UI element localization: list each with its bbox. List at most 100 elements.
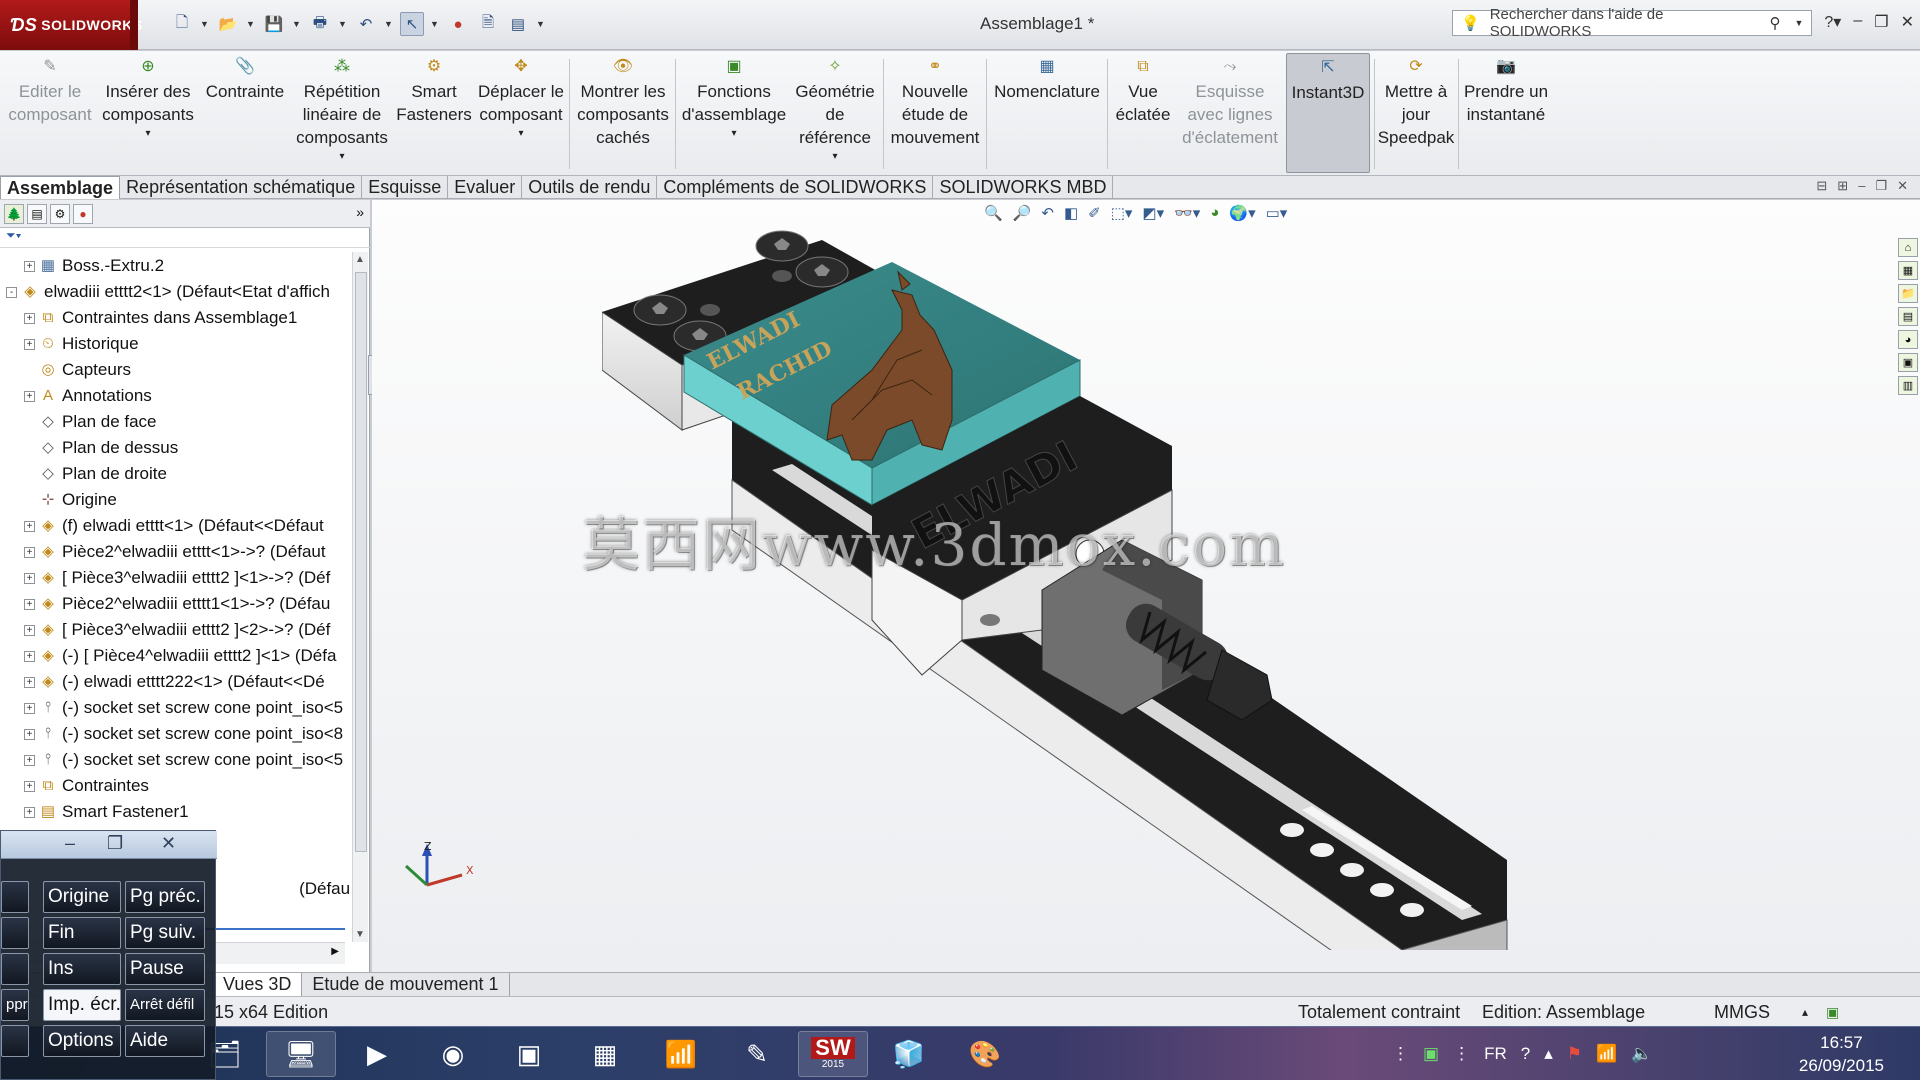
rebuild-traffic-light-icon[interactable]: ● <box>446 12 470 36</box>
property-manager-tab-icon[interactable]: ▤ <box>27 203 47 224</box>
close-icon[interactable]: ✕ <box>1901 12 1914 32</box>
chevron-down-icon[interactable]: ▼ <box>200 19 210 29</box>
minimize-icon[interactable]: – <box>1853 12 1862 32</box>
expand-icon[interactable]: + <box>24 806 35 818</box>
show-hidden-components-button[interactable]: 👁 Montrer les composants cachés <box>574 57 672 172</box>
osk-title-bar[interactable]: – ❐ ✕ <box>1 831 217 859</box>
osk-key-options[interactable]: Options <box>43 1025 121 1057</box>
restore-icon[interactable]: ❐ <box>107 833 123 854</box>
menu-expand-arrow[interactable] <box>130 0 138 50</box>
print-icon[interactable]: 🖶 <box>308 12 332 36</box>
expand-icon[interactable]: + <box>24 650 35 662</box>
chevron-down-icon[interactable]: ▼ <box>338 19 348 29</box>
chevron-down-icon[interactable]: ▼ <box>384 19 394 29</box>
close-icon[interactable]: ✕ <box>161 833 176 854</box>
tab-addins[interactable]: Compléments de SOLIDWORKS <box>657 176 934 199</box>
bom-button[interactable]: ▦ Nomenclature <box>990 57 1104 172</box>
scroll-up-icon[interactable]: ▲ <box>355 254 365 265</box>
tree-item[interactable]: + ◈ Pièce2^elwadiii etttt<1>->? (Défaut <box>0 539 352 565</box>
expand-icon[interactable]: + <box>24 624 35 636</box>
chevron-down-icon[interactable]: ▾ <box>339 151 344 163</box>
expand-icon[interactable]: + <box>24 598 35 610</box>
osk-key-end[interactable]: Fin <box>43 917 121 949</box>
tree-vertical-scrollbar[interactable]: ▲ ▼ <box>352 252 368 942</box>
quick-tips-icon[interactable]: ▣ <box>1826 997 1839 1027</box>
linear-pattern-button[interactable]: ⁂ Répétition linéaire de composants ▾ <box>292 57 392 172</box>
appearances-icon[interactable]: ◕ <box>1898 330 1918 349</box>
tree-item[interactable]: + ▤ Smart Fastener1 <box>0 799 352 825</box>
tab-evaluate[interactable]: Evaluer <box>448 176 523 199</box>
tree-item[interactable]: ◇ Plan de face <box>0 409 352 435</box>
tray-app-icon[interactable]: ▣ <box>1423 1044 1439 1064</box>
osk-key-pause[interactable]: Pause <box>125 953 205 985</box>
expand-icon[interactable]: + <box>24 520 35 532</box>
expand-icon[interactable]: + <box>24 338 35 350</box>
instant3d-button[interactable]: ⇱ Instant3D <box>1286 53 1370 173</box>
filter-icon[interactable]: ⏷▾ <box>0 228 370 248</box>
scroll-down-icon[interactable]: ▼ <box>355 929 365 940</box>
collapse-icon[interactable]: - <box>6 286 17 298</box>
options-icon[interactable]: ▤ <box>506 12 530 36</box>
expand-icon[interactable]: + <box>24 754 35 766</box>
design-library-icon[interactable]: ▦ <box>1898 261 1918 280</box>
osk-key-help[interactable]: Aide <box>125 1025 205 1057</box>
action-center-flag-icon[interactable]: ⚑ <box>1567 1044 1582 1064</box>
osk-key-partial[interactable]: ppr <box>1 989 29 1021</box>
exploded-view-button[interactable]: ⧉ Vue éclatée <box>1110 57 1176 172</box>
mate-button[interactable]: 📎 Contrainte <box>202 57 288 172</box>
help-search-box[interactable]: 💡 Rechercher dans l'aide de SOLIDWORKS ⚲… <box>1452 6 1812 40</box>
new-document-icon[interactable]: 🗋 <box>170 12 194 36</box>
osk-key-page-down[interactable]: Pg suiv. <box>125 917 205 949</box>
wifi-tool-icon[interactable]: 📶 <box>646 1031 716 1077</box>
update-speedpak-button[interactable]: ⟳ Mettre à jour Speedpak <box>1376 57 1456 172</box>
tree-item[interactable]: + ◈ [ Pièce3^elwadiii etttt2 ]<1>->? (Déf <box>0 565 352 591</box>
expand-panel-icon[interactable]: » <box>356 204 364 220</box>
notepad-icon[interactable]: ✎ <box>722 1031 792 1077</box>
file-explorer-icon[interactable]: 📁 <box>1898 284 1918 303</box>
tree-item[interactable]: ◇ Plan de dessus <box>0 435 352 461</box>
tree-item[interactable]: + ⧉ Contraintes <box>0 773 352 799</box>
tree-item[interactable]: ◇ Plan de droite <box>0 461 352 487</box>
tree-item[interactable]: + ⫯ (-) socket set screw cone point_iso<8 <box>0 721 352 747</box>
tree-item[interactable]: + ◈ (-) [ Pièce4^elwadiii etttt2 ]<1> (Déf… <box>0 643 352 669</box>
box-app-icon[interactable]: 🧊 <box>874 1031 944 1077</box>
paint-icon[interactable]: 🎨 <box>950 1031 1020 1077</box>
tile-vertical-icon[interactable]: ⊞ <box>1837 178 1848 194</box>
tree-item[interactable]: ◎ Capteurs <box>0 357 352 383</box>
osk-icon[interactable]: 🖥 <box>266 1031 336 1077</box>
minimize-icon[interactable]: – <box>1858 178 1865 194</box>
expand-icon[interactable]: + <box>24 312 35 324</box>
display-manager-tab-icon[interactable]: ● <box>73 203 93 224</box>
tree-item[interactable]: + A Annotations <box>0 383 352 409</box>
save-icon[interactable]: 💾 <box>262 12 286 36</box>
tree-item[interactable]: + ▦ Boss.-Extru.2 <box>0 253 352 279</box>
chevron-down-icon[interactable]: ▾ <box>145 128 150 140</box>
tab-schematic[interactable]: Représentation schématique <box>120 176 363 199</box>
forum-icon[interactable]: ▥ <box>1898 376 1918 395</box>
tab-sketch[interactable]: Esquisse <box>362 176 449 199</box>
help-question-icon[interactable]: ?▾ <box>1824 12 1841 32</box>
vise-3d-model[interactable]: ELWADI RACHID ELWADI <box>602 220 1712 950</box>
solidworks-logo[interactable]: ƊS SOLIDWORKS <box>0 0 142 50</box>
help-question-icon[interactable]: ? <box>1521 1044 1530 1064</box>
restore-icon[interactable]: ❐ <box>1874 12 1888 32</box>
osk-key-blank[interactable] <box>1 881 29 913</box>
chevron-down-icon[interactable]: ▾ <box>518 128 523 140</box>
configuration-manager-tab-icon[interactable]: ⚙ <box>50 203 70 224</box>
tree-item[interactable]: + ⫯ (-) socket set screw cone point_iso<5 <box>0 695 352 721</box>
tree-item[interactable]: + ◈ (-) elwadi etttt222<1> (Défaut<<Dé <box>0 669 352 695</box>
chevron-down-icon[interactable]: ▾ <box>731 128 736 140</box>
osk-key-scroll-lock[interactable]: Arrêt défil <box>125 989 205 1021</box>
chevron-down-icon[interactable]: ▼ <box>1787 18 1811 28</box>
tree-item[interactable]: + ◈ Pièce2^elwadiii etttt1<1>->? (Défau <box>0 591 352 617</box>
chevron-down-icon[interactable]: ▼ <box>246 19 256 29</box>
search-icon[interactable]: ⚲ <box>1763 14 1787 32</box>
show-hidden-icons-icon[interactable]: ▴ <box>1544 1044 1553 1064</box>
unit-system[interactable]: MMGS <box>1714 997 1770 1027</box>
osk-key-insert[interactable]: Ins <box>43 953 121 985</box>
restore-icon[interactable]: ❐ <box>1875 178 1887 194</box>
chevron-down-icon[interactable]: ▾ <box>832 151 837 163</box>
media-player-icon[interactable]: ▶ <box>342 1031 412 1077</box>
scroll-right-icon[interactable]: ▶ <box>331 946 339 957</box>
tab-render-tools[interactable]: Outils de rendu <box>522 176 658 199</box>
